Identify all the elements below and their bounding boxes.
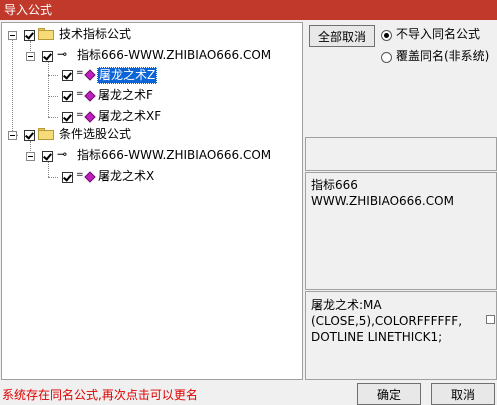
group-checkbox[interactable] xyxy=(24,130,35,141)
formula-tree[interactable]: 技术指标公式 ⊸ 指标666-WWW.ZHIBIAO666.COM = 屠龙之术… xyxy=(1,22,303,380)
description-panel: 指标666 WWW.ZHIBIAO666.COM xyxy=(305,172,497,290)
formula-panel: 屠龙之术:MA (CLOSE,5),COLORFFFFFF, DOTLINE L… xyxy=(305,291,497,380)
ok-button[interactable]: 确定 xyxy=(357,383,421,405)
collapse-toggle[interactable] xyxy=(8,131,17,140)
tree-item-label[interactable]: 屠龙之术XF xyxy=(98,109,161,124)
radio-no-import-label[interactable]: 不导入同名公式 xyxy=(396,27,480,42)
tree-item-label[interactable]: 屠龙之术Z xyxy=(97,67,158,84)
tree-line xyxy=(48,177,58,178)
subgroup-checkbox[interactable] xyxy=(42,151,53,162)
radio-overwrite[interactable] xyxy=(381,52,392,63)
tree-group-label[interactable]: 技术指标公式 xyxy=(59,27,131,42)
formula-gem-icon xyxy=(84,69,96,81)
collapse-toggle[interactable] xyxy=(26,52,35,61)
key-icon: ⊸ xyxy=(57,147,68,161)
tree-subgroup-label[interactable]: 指标666-WWW.ZHIBIAO666.COM xyxy=(77,48,271,63)
formula-dash-icon: = xyxy=(76,68,84,78)
tree-subgroup-label[interactable]: 指标666-WWW.ZHIBIAO666.COM xyxy=(77,148,271,163)
cancel-all-button[interactable]: 全部取消 xyxy=(309,25,375,47)
item-checkbox[interactable] xyxy=(62,70,73,81)
panel-checkbox[interactable] xyxy=(486,315,495,324)
formula-text: 屠龙之术:MA (CLOSE,5),COLORFFFFFF, DOTLINE L… xyxy=(311,298,463,344)
status-message: 系统存在同名公式,再次点击可以更名 xyxy=(2,388,198,402)
tree-line xyxy=(48,96,58,97)
tree-line xyxy=(48,117,58,118)
item-checkbox[interactable] xyxy=(62,112,73,123)
tree-group-label[interactable]: 条件选股公式 xyxy=(59,127,131,142)
title-bar: 导入公式 xyxy=(0,0,497,20)
tree-line xyxy=(48,161,49,177)
tree-item-label[interactable]: 屠龙之术F xyxy=(98,88,153,103)
description-text: 指标666 WWW.ZHIBIAO666.COM xyxy=(311,178,454,208)
radio-no-import[interactable] xyxy=(381,30,392,41)
cancel-button[interactable]: 取消 xyxy=(431,383,495,405)
window-title: 导入公式 xyxy=(4,3,53,17)
blank-panel xyxy=(305,137,497,171)
formula-dash-icon: = xyxy=(76,110,84,120)
tree-line xyxy=(48,75,58,76)
group-checkbox[interactable] xyxy=(24,30,35,41)
formula-gem-icon xyxy=(84,90,96,102)
formula-dash-icon: = xyxy=(76,170,84,180)
radio-overwrite-label[interactable]: 覆盖同名(非系统) xyxy=(396,49,489,64)
folder-icon xyxy=(38,128,54,140)
item-checkbox[interactable] xyxy=(62,172,73,183)
key-icon: ⊸ xyxy=(57,47,68,61)
collapse-toggle[interactable] xyxy=(8,31,17,40)
formula-gem-icon xyxy=(84,171,96,183)
folder-icon xyxy=(38,28,54,40)
formula-gem-icon xyxy=(84,111,96,123)
tree-item-label[interactable]: 屠龙之术X xyxy=(98,169,154,184)
formula-dash-icon: = xyxy=(76,89,84,99)
item-checkbox[interactable] xyxy=(62,91,73,102)
tree-line xyxy=(48,61,49,117)
collapse-toggle[interactable] xyxy=(26,152,35,161)
subgroup-checkbox[interactable] xyxy=(42,51,53,62)
tree-line xyxy=(12,39,13,135)
